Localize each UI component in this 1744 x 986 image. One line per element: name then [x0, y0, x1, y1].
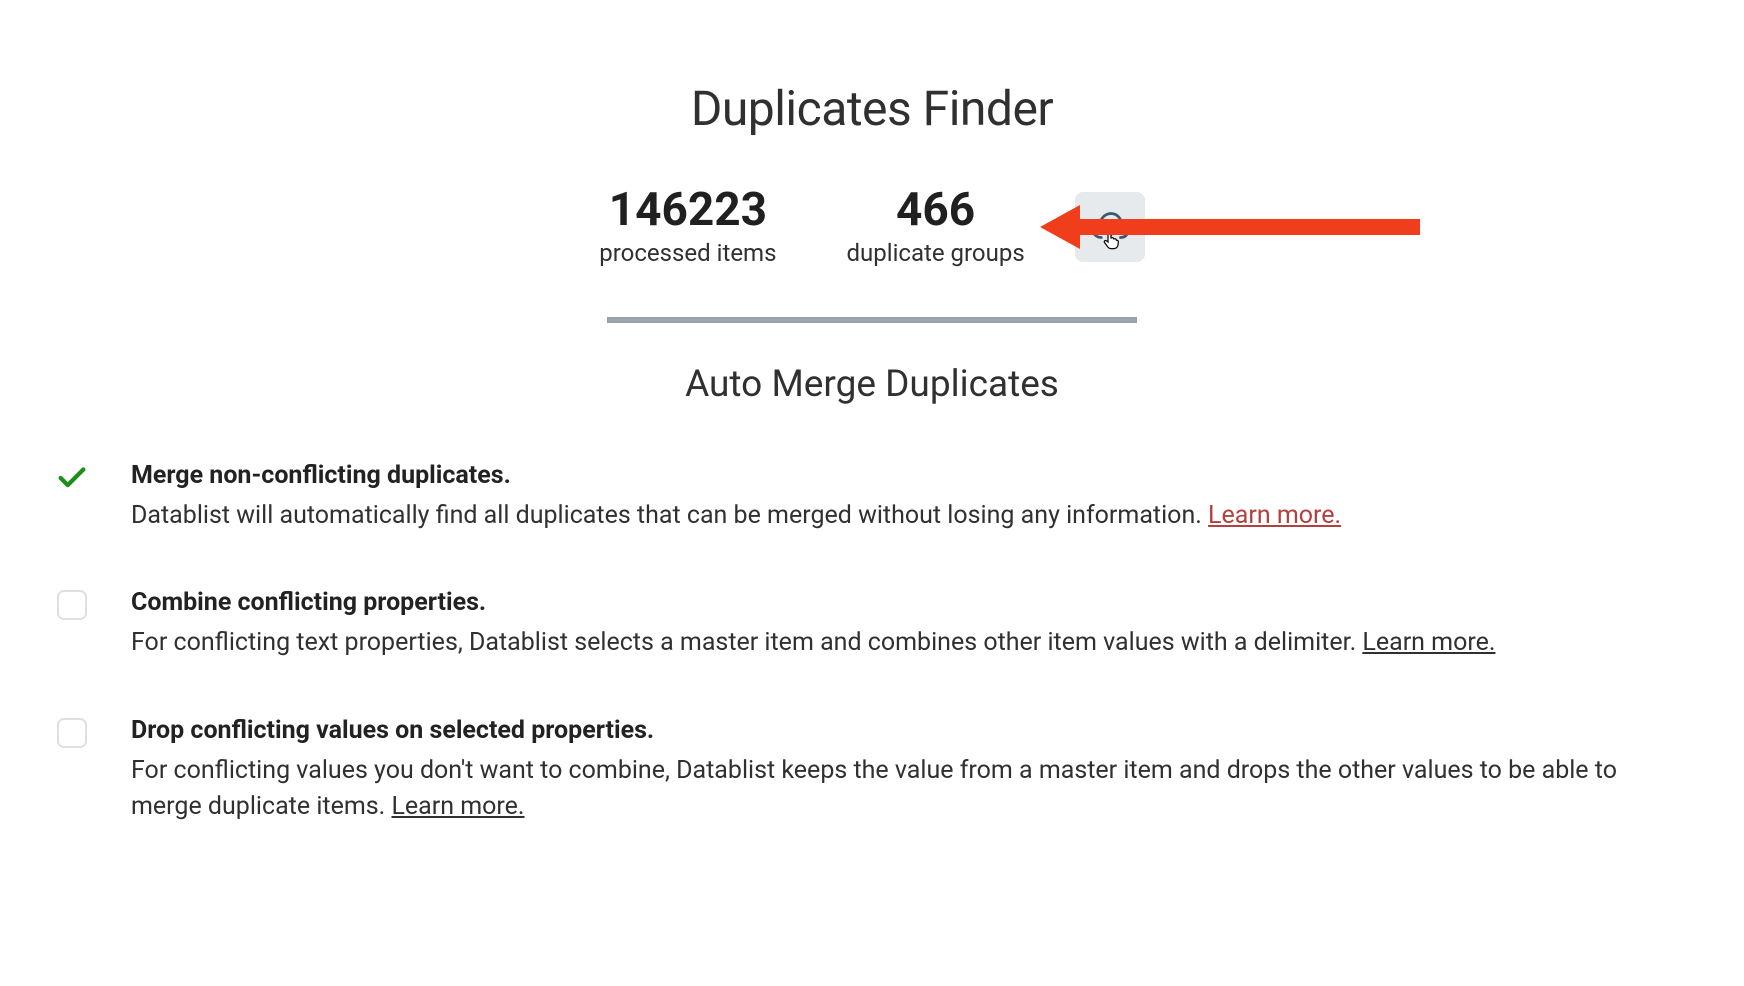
sub-title: Auto Merge Duplicates [50, 363, 1694, 406]
option-merge-non-conflicting: Merge non-conflicting duplicates. Databl… [55, 461, 1644, 534]
stat-processed: 146223 processed items [599, 187, 776, 267]
annotation-arrow [1040, 205, 1420, 249]
learn-more-link-2[interactable]: Learn more. [391, 792, 524, 821]
checkbox-empty-icon [57, 590, 87, 620]
option-check-drop[interactable] [55, 716, 89, 750]
option-title-2: Drop conflicting values on selected prop… [131, 716, 1644, 745]
option-combine-conflicting: Combine conflicting properties. For conf… [55, 588, 1644, 661]
option-desc-2: For conflicting values you don't want to… [131, 753, 1644, 826]
stat-processed-label: processed items [599, 239, 776, 267]
learn-more-link-0[interactable]: Learn more. [1208, 501, 1341, 530]
options-list: Merge non-conflicting duplicates. Databl… [50, 461, 1694, 825]
checkbox-empty-icon [57, 718, 87, 748]
divider [607, 317, 1137, 323]
page-title: Duplicates Finder [50, 80, 1694, 137]
option-desc-0: Datablist will automatically find all du… [131, 498, 1644, 534]
check-icon [55, 461, 89, 495]
arrow-line [1080, 219, 1420, 235]
stat-groups-value: 466 [846, 187, 1024, 233]
option-check-combine[interactable] [55, 588, 89, 622]
stat-groups: 466 duplicate groups [846, 187, 1024, 267]
option-drop-conflicting: Drop conflicting values on selected prop… [55, 716, 1644, 826]
stat-processed-value: 146223 [599, 187, 776, 233]
option-title-1: Combine conflicting properties. [131, 588, 1644, 617]
option-desc-1: For conflicting text properties, Databli… [131, 625, 1644, 661]
stat-groups-label: duplicate groups [846, 239, 1024, 267]
option-title-0: Merge non-conflicting duplicates. [131, 461, 1644, 490]
stats-row: 146223 processed items 466 duplicate gro… [50, 187, 1694, 267]
option-check-merge[interactable] [55, 461, 89, 495]
learn-more-link-1[interactable]: Learn more. [1362, 628, 1495, 657]
arrow-head-icon [1040, 205, 1080, 249]
